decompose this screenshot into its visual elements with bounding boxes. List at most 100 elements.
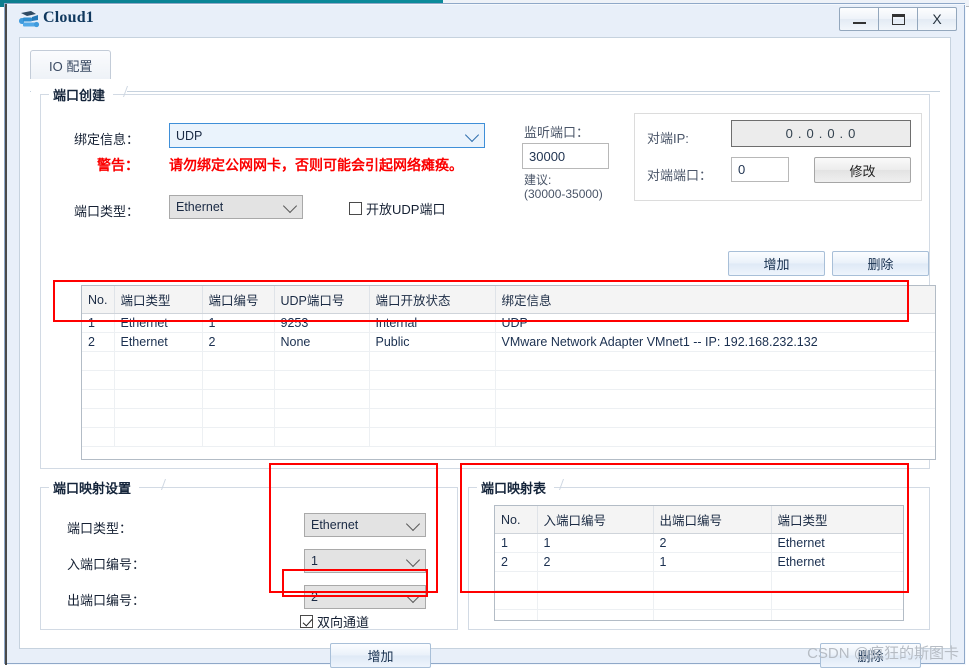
cell-open-state: Internal: [369, 313, 496, 333]
listen-port-hint-line1: 建议:: [524, 173, 552, 187]
map-col-port-type: 端口类型: [771, 506, 903, 534]
mapping-add-button-label: 增加: [367, 649, 394, 664]
peer-ip-octet-2: 0: [806, 126, 815, 141]
port-table[interactable]: No. 端口类型 端口编号 UDP端口号 端口开放状态 绑定信息 1 Ether…: [81, 285, 936, 460]
mapping-port-type-select[interactable]: Ethernet: [304, 513, 426, 537]
table-row[interactable]: 1 1 2 Ethernet: [495, 533, 903, 553]
watermark: CSDN @疯狂的斯图卡: [807, 645, 959, 662]
chevron-down-icon: [282, 198, 298, 214]
table-row-empty[interactable]: [495, 609, 903, 620]
bind-info-select[interactable]: UDP: [169, 123, 485, 148]
delete-port-button[interactable]: 删除: [832, 251, 929, 276]
mapping-out-port-select[interactable]: 2: [304, 585, 426, 609]
window-title: Cloud1: [43, 9, 94, 26]
peer-ip-octet-3: 0: [827, 126, 836, 141]
minimize-icon: [852, 21, 866, 24]
map-col-in-port: 入端口编号: [537, 506, 654, 534]
port-type-label: 端口类型：: [74, 204, 140, 219]
peer-port-value: 0: [738, 162, 746, 177]
cell-out-port: 1: [653, 552, 772, 572]
port-type-select[interactable]: Ethernet: [169, 195, 303, 219]
cell-open-state: Public: [369, 332, 496, 352]
cell-in-port: 2: [537, 552, 654, 572]
mapping-table-grid: No. 入端口编号 出端口编号 端口类型 1 1 2 Ethernet 2 2 …: [495, 506, 903, 620]
cell-number: 1: [202, 313, 275, 333]
cell-bind-info: UDP: [495, 313, 935, 333]
bidirectional-channel-label: 双向通道: [317, 615, 370, 630]
peer-ip-input[interactable]: 0 . 0 . 0 . 0: [731, 120, 911, 147]
map-col-out-port: 出端口编号: [653, 506, 772, 534]
listen-port-hint-line2: (30000-35000): [524, 187, 603, 201]
table-row-empty[interactable]: [82, 370, 935, 390]
port-create-group-title: 端口创建: [49, 85, 114, 104]
table-row-empty[interactable]: [82, 351, 935, 371]
close-icon: X: [932, 11, 942, 27]
cell-udp: None: [274, 332, 370, 352]
cell-no: 1: [82, 313, 115, 333]
port-col-bind-info: 绑定信息: [495, 286, 935, 314]
table-row-empty[interactable]: [82, 389, 935, 409]
listen-port-input[interactable]: 30000: [522, 143, 609, 169]
mapping-settings-group-title: 端口映射设置: [49, 478, 140, 497]
tab-io-config-label: IO 配置: [49, 58, 93, 74]
client-area: IO 配置 端口创建 绑定信息： UDP 警告： 请勿绑定公网网卡，否则可能会引…: [19, 37, 951, 668]
title-bar: Cloud1 X: [5, 4, 964, 37]
cell-number: 2: [202, 332, 275, 352]
cloud-icon: [18, 9, 40, 31]
window-controls: X: [839, 7, 957, 31]
peer-ip-octet-4: 0: [848, 126, 857, 141]
bind-info-label: 绑定信息：: [74, 132, 140, 147]
peer-ip-dot-1: .: [797, 126, 803, 141]
tab-strip: IO 配置: [30, 50, 940, 92]
chevron-down-icon: [405, 552, 421, 568]
window-left-shadow: [5, 4, 7, 665]
cell-type: Ethernet: [114, 332, 203, 352]
mapping-in-port-select[interactable]: 1: [304, 549, 426, 573]
mapping-out-port-label: 出端口编号：: [67, 593, 146, 608]
checkbox-box-icon: [349, 202, 362, 215]
peer-ip-dot-3: .: [839, 126, 845, 141]
peer-port-input[interactable]: 0: [731, 157, 789, 182]
minimize-button[interactable]: [839, 7, 879, 31]
add-port-button[interactable]: 增加: [728, 251, 825, 276]
modify-button[interactable]: 修改: [814, 157, 911, 183]
cell-port-type: Ethernet: [771, 552, 903, 572]
mapping-out-port-value: 2: [311, 590, 318, 604]
port-col-open-state: 端口开放状态: [369, 286, 496, 314]
table-row-empty[interactable]: [82, 427, 935, 447]
mapping-table[interactable]: No. 入端口编号 出端口编号 端口类型 1 1 2 Ethernet 2 2 …: [494, 505, 904, 621]
cell-type: Ethernet: [114, 313, 203, 333]
table-row[interactable]: 2 2 1 Ethernet: [495, 552, 903, 572]
table-row[interactable]: 2 Ethernet 2 None Public VMware Network …: [82, 332, 935, 352]
table-row-empty[interactable]: [82, 408, 935, 428]
mapping-in-port-label: 入端口编号：: [67, 557, 146, 572]
tab-io-config[interactable]: IO 配置: [30, 50, 112, 79]
open-udp-port-checkbox[interactable]: 开放UDP端口: [349, 199, 445, 218]
close-button[interactable]: X: [917, 7, 957, 31]
peer-ip-octet-1: 0: [785, 126, 794, 141]
open-udp-port-label: 开放UDP端口: [366, 202, 446, 217]
table-row-empty[interactable]: [495, 590, 903, 610]
table-row-empty[interactable]: [495, 571, 903, 591]
cell-udp: 9253: [274, 313, 370, 333]
delete-port-button-label: 删除: [867, 257, 894, 272]
cell-no: 2: [495, 552, 538, 572]
mapping-table-group-title: 端口映射表: [477, 478, 555, 497]
port-col-type: 端口类型: [114, 286, 203, 314]
chevron-down-icon: [464, 127, 480, 142]
chevron-down-icon: [405, 588, 421, 604]
mapping-port-type-label: 端口类型：: [67, 521, 133, 536]
listen-port-label: 监听端口：: [524, 125, 590, 140]
cell-bind-info: VMware Network Adapter VMnet1 -- IP: 192…: [495, 332, 935, 352]
mapping-in-port-value: 1: [311, 554, 318, 568]
warning-text: 请勿绑定公网网卡，否则可能会引起网络瘫痪。: [169, 157, 463, 173]
table-row[interactable]: 1 Ethernet 1 9253 Internal UDP: [82, 313, 935, 333]
port-table-grid: No. 端口类型 端口编号 UDP端口号 端口开放状态 绑定信息 1 Ether…: [82, 286, 935, 447]
mapping-add-button[interactable]: 增加: [330, 643, 431, 668]
mapping-table-header-row: No. 入端口编号 出端口编号 端口类型: [495, 506, 903, 534]
maximize-button[interactable]: [878, 7, 918, 31]
tab-underline: [30, 91, 940, 92]
port-col-no: No.: [82, 286, 115, 314]
bidirectional-channel-checkbox[interactable]: 双向通道: [300, 612, 369, 631]
peer-port-label: 对端端口：: [647, 168, 713, 183]
